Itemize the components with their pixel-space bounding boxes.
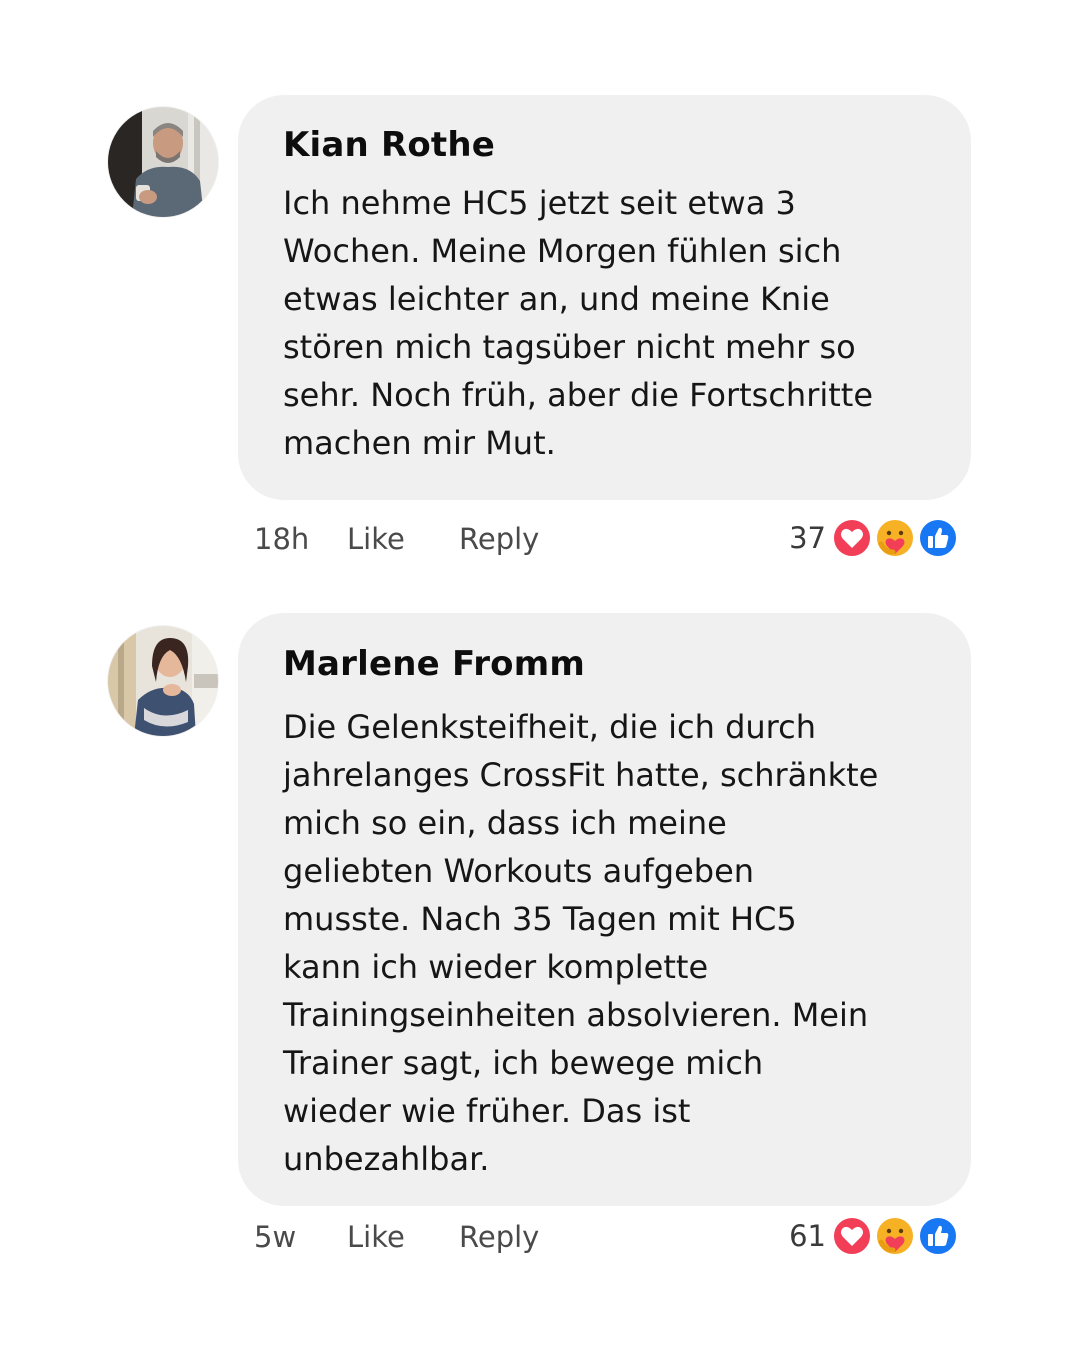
thumbs-up-icon (918, 518, 958, 558)
comment-text: Die Gelenksteifheit, die ich durch jahre… (283, 708, 879, 1178)
avatar[interactable] (108, 626, 218, 736)
reaction-count: 61 (789, 1219, 826, 1253)
comment-time[interactable]: 18h (254, 519, 309, 559)
care-icon (875, 518, 915, 558)
reply-button[interactable]: Reply (459, 1217, 539, 1257)
reply-button[interactable]: Reply (459, 519, 539, 559)
like-button[interactable]: Like (347, 519, 405, 559)
thumbs-up-icon (918, 1216, 958, 1256)
care-icon (875, 1216, 915, 1256)
comment-text: Ich nehme HC5 jetzt seit etwa 3 Wochen. … (283, 184, 874, 462)
reaction-count: 37 (789, 521, 826, 555)
comment-bubble: Kian Rothe Ich nehme HC5 jetzt seit etwa… (238, 95, 971, 500)
comment-author[interactable]: Kian Rothe (283, 125, 931, 165)
comment-author[interactable]: Marlene Fromm (283, 644, 931, 684)
reactions-summary[interactable]: 37 (789, 517, 958, 559)
reactions-summary[interactable]: 61 (789, 1215, 958, 1257)
heart-icon (832, 518, 872, 558)
heart-icon (832, 1216, 872, 1256)
avatar[interactable] (108, 107, 218, 217)
comment-time[interactable]: 5w (254, 1217, 296, 1257)
comment-meta: 5w Like Reply 61 (0, 1215, 1080, 1257)
comment-meta: 18h Like Reply 37 (0, 517, 1080, 559)
comment-bubble: Marlene Fromm Die Gelenksteifheit, die i… (238, 613, 971, 1206)
like-button[interactable]: Like (347, 1217, 405, 1257)
